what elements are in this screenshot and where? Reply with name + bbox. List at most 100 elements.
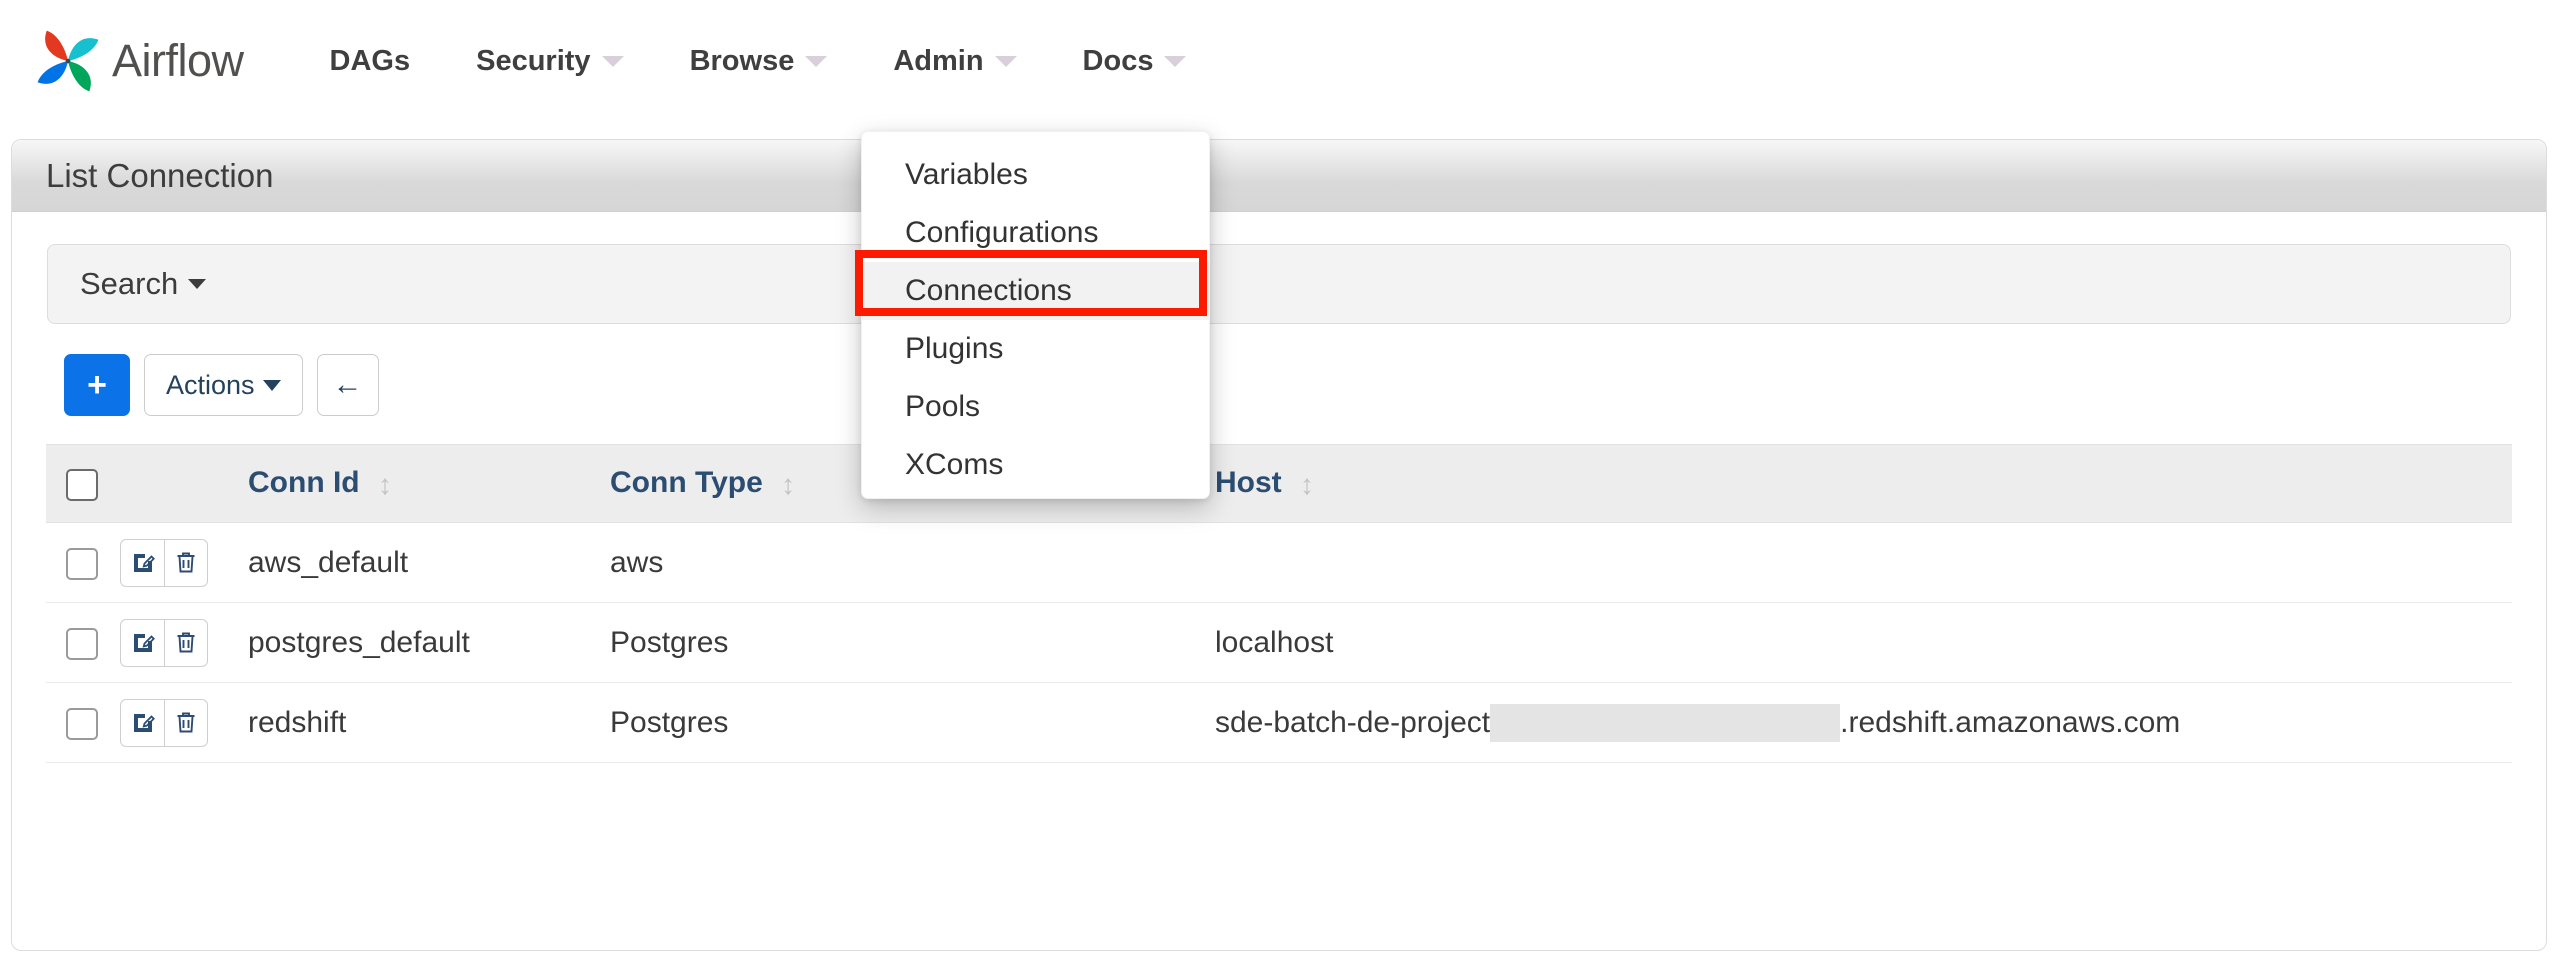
table-toolbar: + Actions ← bbox=[12, 324, 2546, 444]
edit-pencil-icon bbox=[131, 551, 155, 575]
menu-item-label: Variables bbox=[905, 158, 1028, 191]
edit-pencil-icon bbox=[131, 711, 155, 735]
panel-header: List Connection bbox=[12, 140, 2546, 212]
panel-body: Search + Actions ← Conn Id ↕ Conn Type ↕… bbox=[12, 212, 2546, 763]
chevron-down-icon bbox=[994, 55, 1017, 67]
nav-item-label: DAGs bbox=[329, 44, 411, 77]
cell-conn-id: postgres_default bbox=[248, 602, 610, 683]
admin-dropdown-menu: Variables Configurations Connections Plu… bbox=[861, 131, 1210, 499]
search-section: Search bbox=[12, 212, 2546, 324]
caret-down-icon bbox=[262, 379, 281, 391]
trash-icon bbox=[175, 551, 197, 575]
cell-description bbox=[910, 522, 1215, 603]
row-checkbox[interactable] bbox=[66, 547, 98, 580]
sort-icon[interactable]: ↕ bbox=[378, 469, 392, 501]
edit-button[interactable] bbox=[120, 698, 164, 747]
nav-item-dags[interactable]: DAGs bbox=[306, 0, 444, 122]
chevron-down-icon bbox=[805, 55, 828, 67]
row-actions-cell bbox=[120, 522, 248, 603]
nav-item-label: Docs bbox=[1082, 44, 1154, 77]
navbar-items: DAGs Security Browse Admin Docs bbox=[306, 0, 1220, 122]
cell-conn-type: Postgres bbox=[610, 682, 910, 763]
cell-conn-id: aws_default bbox=[248, 522, 610, 603]
delete-button[interactable] bbox=[164, 698, 208, 747]
back-button[interactable]: ← bbox=[316, 354, 379, 416]
menu-item-configurations[interactable]: Configurations bbox=[862, 204, 1209, 262]
page-title: List Connection bbox=[46, 156, 274, 194]
header-host[interactable]: Host ↕ bbox=[1215, 444, 2512, 523]
header-conn-id[interactable]: Conn Id ↕ bbox=[248, 444, 610, 523]
table-header-row: Conn Id ↕ Conn Type ↕ Description ↕ Ho bbox=[46, 444, 2512, 523]
main-navbar: Airflow DAGs Security Browse Admin Docs bbox=[0, 0, 2558, 122]
edit-pencil-icon bbox=[131, 631, 155, 655]
delete-button[interactable] bbox=[164, 618, 208, 667]
search-bar: Search bbox=[47, 244, 2511, 324]
chevron-down-icon bbox=[1164, 55, 1187, 67]
row-actions-cell bbox=[120, 602, 248, 683]
trash-icon bbox=[175, 631, 197, 655]
page-root: Airflow DAGs Security Browse Admin Docs bbox=[0, 0, 2558, 962]
cell-host: sde-batch-de-project .redshift.amazonaws… bbox=[1215, 682, 2512, 763]
actions-header bbox=[120, 444, 248, 523]
arrow-left-icon: ← bbox=[332, 368, 363, 401]
airflow-pinwheel-logo bbox=[30, 23, 106, 99]
host-prefix: sde-batch-de-project bbox=[1215, 705, 1491, 739]
host-prefix: localhost bbox=[1215, 625, 1334, 659]
plus-icon: + bbox=[87, 365, 107, 404]
add-connection-button[interactable]: + bbox=[64, 354, 130, 416]
menu-item-plugins[interactable]: Plugins bbox=[862, 320, 1209, 378]
cell-conn-id: redshift bbox=[248, 682, 610, 763]
menu-item-connections[interactable]: Connections bbox=[862, 262, 1209, 320]
edit-button[interactable] bbox=[120, 538, 164, 587]
nav-item-label: Security bbox=[476, 44, 591, 77]
nav-item-security[interactable]: Security bbox=[443, 0, 656, 122]
delete-button[interactable] bbox=[164, 538, 208, 587]
sort-icon[interactable]: ↕ bbox=[1300, 469, 1314, 501]
nav-item-label: Admin bbox=[893, 44, 984, 77]
host-suffix: .redshift.amazonaws.com bbox=[1840, 705, 2181, 739]
menu-item-pools[interactable]: Pools bbox=[862, 378, 1209, 436]
row-actions-cell bbox=[120, 682, 248, 763]
host-value: sde-batch-de-project .redshift.amazonaws… bbox=[1215, 703, 2512, 742]
list-connection-panel: List Connection Search + Actions ← Conn … bbox=[11, 139, 2547, 951]
row-select-cell bbox=[46, 522, 120, 603]
trash-icon bbox=[175, 711, 197, 735]
row-action-buttons bbox=[120, 618, 208, 667]
table-row: redshift Postgres sde-batch-de-project .… bbox=[46, 682, 2512, 763]
row-checkbox[interactable] bbox=[66, 627, 98, 660]
brand-name: Airflow bbox=[112, 35, 244, 86]
brand-home-link[interactable]: Airflow bbox=[30, 23, 244, 99]
nav-item-browse[interactable]: Browse bbox=[657, 0, 861, 122]
select-all-checkbox[interactable] bbox=[66, 468, 98, 501]
nav-item-docs[interactable]: Docs bbox=[1050, 0, 1220, 122]
header-label: Conn Type bbox=[610, 466, 763, 500]
menu-item-label: XComs bbox=[905, 448, 1004, 481]
row-select-cell bbox=[46, 682, 120, 763]
sort-icon[interactable]: ↕ bbox=[781, 469, 795, 501]
redacted-host-block bbox=[1490, 703, 1841, 742]
actions-label: Actions bbox=[166, 369, 255, 400]
header-label: Host bbox=[1215, 466, 1282, 500]
nav-item-label: Browse bbox=[689, 44, 795, 77]
menu-item-xcoms[interactable]: XComs bbox=[862, 436, 1209, 494]
host-value: localhost bbox=[1215, 626, 2512, 660]
edit-button[interactable] bbox=[120, 618, 164, 667]
cell-host: localhost bbox=[1215, 602, 2512, 683]
table-row: postgres_default Postgres localhost bbox=[46, 602, 2512, 683]
menu-item-label: Configurations bbox=[905, 216, 1099, 249]
row-checkbox[interactable] bbox=[66, 707, 98, 740]
row-select-cell bbox=[46, 602, 120, 683]
search-dropdown-toggle[interactable]: Search bbox=[80, 266, 207, 302]
cell-conn-type: aws bbox=[610, 522, 910, 603]
actions-dropdown-button[interactable]: Actions bbox=[144, 354, 303, 416]
menu-item-variables[interactable]: Variables bbox=[862, 146, 1209, 204]
cell-description bbox=[910, 682, 1215, 763]
cell-description bbox=[910, 602, 1215, 683]
cell-conn-type: Postgres bbox=[610, 602, 910, 683]
search-label: Search bbox=[80, 266, 179, 301]
table-head: Conn Id ↕ Conn Type ↕ Description ↕ Ho bbox=[46, 444, 2512, 523]
nav-item-admin[interactable]: Admin bbox=[860, 0, 1049, 122]
table-row: aws_default aws bbox=[46, 522, 2512, 603]
row-action-buttons bbox=[120, 538, 208, 587]
table-body: aws_default aws postgres_default Postgre… bbox=[46, 522, 2512, 763]
